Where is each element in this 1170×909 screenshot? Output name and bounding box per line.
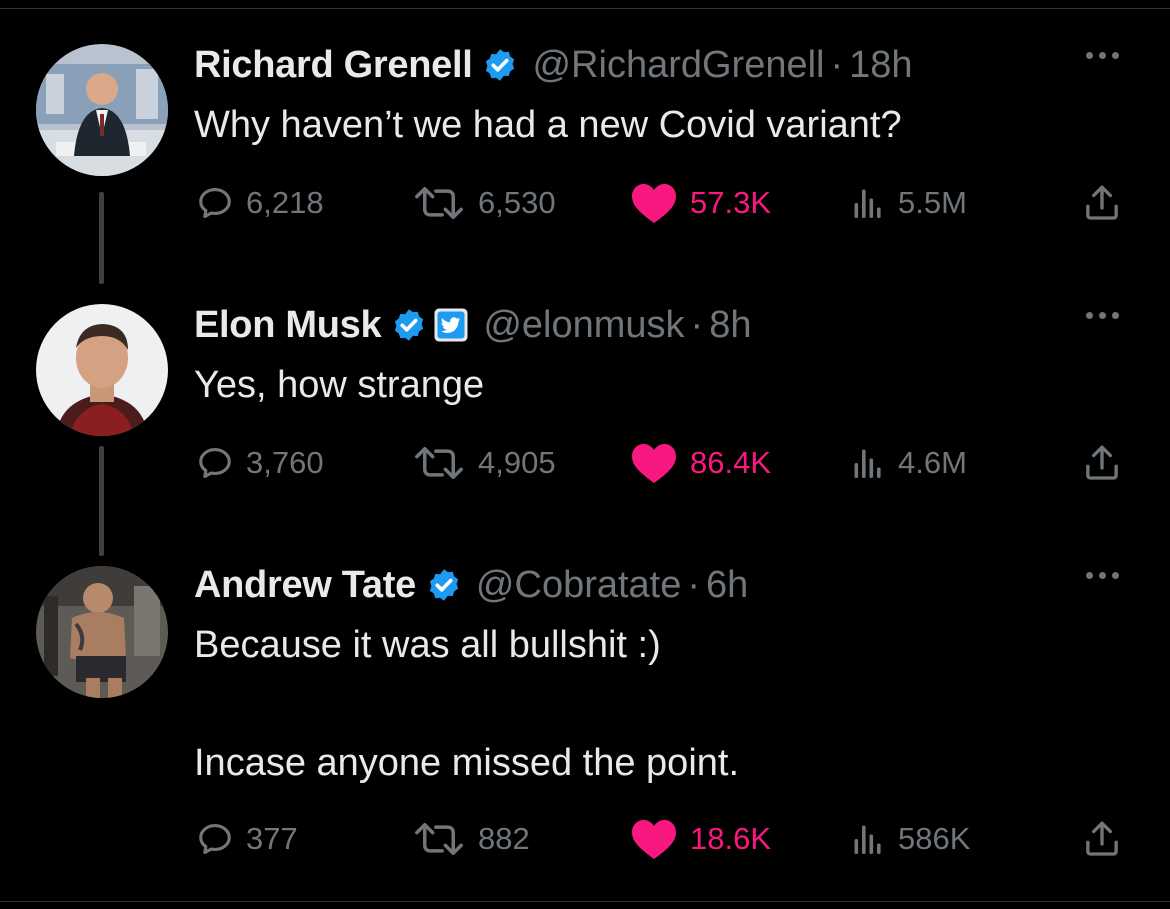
tweet-header: Elon Musk @elonmusk · 8h xyxy=(194,300,751,350)
tweet-header: Richard Grenell @RichardGrenell · 18h xyxy=(194,40,913,90)
heart-icon xyxy=(632,184,676,223)
views-button[interactable]: 5.5M xyxy=(850,178,967,228)
avatar[interactable] xyxy=(36,44,168,176)
action-bar: 377 882 18.6K 586K xyxy=(0,814,1170,864)
timestamp[interactable]: 6h xyxy=(706,564,748,607)
tweet-text: Because it was all bullshit :) xyxy=(194,624,661,666)
reply-count: 6,218 xyxy=(246,185,324,220)
display-name[interactable]: Richard Grenell xyxy=(194,44,473,87)
display-name[interactable]: Andrew Tate xyxy=(194,564,416,607)
retweet-button[interactable]: 6,530 xyxy=(412,178,556,228)
retweet-icon xyxy=(415,447,463,479)
avatar-image xyxy=(36,44,168,176)
reply-count: 377 xyxy=(246,821,298,856)
share-button[interactable] xyxy=(1082,178,1122,228)
views-count: 586K xyxy=(898,821,971,856)
separator-dot: · xyxy=(830,43,844,86)
avatar[interactable] xyxy=(36,566,168,698)
views-icon xyxy=(854,449,881,478)
reply-icon xyxy=(199,447,231,479)
like-count: 57.3K xyxy=(690,185,772,220)
views-count: 4.6M xyxy=(898,445,967,480)
retweet-count: 4,905 xyxy=(478,445,556,480)
retweet-count: 882 xyxy=(478,821,530,856)
avatar-image xyxy=(36,566,168,698)
share-button[interactable] xyxy=(1082,438,1122,488)
tweet-text: Yes, how strange xyxy=(194,364,485,406)
twitter-bird-icon[interactable] xyxy=(433,307,469,343)
tweet-header: Andrew Tate @Cobratate · 6h xyxy=(194,560,748,610)
user-handle[interactable]: @RichardGrenell xyxy=(532,44,824,87)
reply-button[interactable]: 3,760 xyxy=(196,438,324,488)
bottom-divider xyxy=(0,901,1170,902)
verified-badge-icon[interactable] xyxy=(482,47,518,83)
action-bar: 6,218 6,530 57.3K 5.5M xyxy=(0,178,1170,228)
verified-badge-icon[interactable] xyxy=(391,307,427,343)
reply-icon xyxy=(199,823,231,855)
separator-dot: · xyxy=(687,563,701,606)
share-button[interactable] xyxy=(1082,814,1122,864)
like-button[interactable]: 86.4K xyxy=(630,438,771,488)
retweet-count: 6,530 xyxy=(478,185,556,220)
reply-button[interactable]: 377 xyxy=(196,814,298,864)
display-name[interactable]: Elon Musk xyxy=(194,304,382,347)
views-icon xyxy=(854,825,881,854)
views-button[interactable]: 4.6M xyxy=(850,438,967,488)
action-bar: 3,760 4,905 86.4K 4.6M xyxy=(0,438,1170,488)
like-button[interactable]: 18.6K xyxy=(630,814,771,864)
timestamp[interactable]: 18h xyxy=(849,44,912,87)
more-icon[interactable] xyxy=(1086,312,1119,319)
views-count: 5.5M xyxy=(898,185,967,220)
heart-icon xyxy=(632,820,676,859)
reply-button[interactable]: 6,218 xyxy=(196,178,324,228)
avatar[interactable] xyxy=(36,304,168,436)
share-icon xyxy=(1086,185,1118,220)
avatar-image xyxy=(36,304,168,436)
share-icon xyxy=(1086,445,1118,480)
tweet-text: Why haven’t we had a new Covid variant? xyxy=(194,104,902,146)
views-icon xyxy=(854,189,881,218)
more-icon[interactable] xyxy=(1086,572,1119,579)
like-count: 86.4K xyxy=(690,445,772,480)
timestamp[interactable]: 8h xyxy=(709,304,751,347)
user-handle[interactable]: @Cobratate xyxy=(476,564,681,607)
reply-icon xyxy=(199,187,231,219)
heart-icon xyxy=(632,444,676,483)
like-count: 18.6K xyxy=(690,821,772,856)
views-button[interactable]: 586K xyxy=(850,814,970,864)
like-button[interactable]: 57.3K xyxy=(630,178,771,228)
retweet-icon xyxy=(415,187,463,219)
reply-count: 3,760 xyxy=(246,445,324,480)
verified-badge-icon[interactable] xyxy=(426,567,462,603)
separator-dot: · xyxy=(690,303,704,346)
share-icon xyxy=(1086,821,1118,856)
retweet-button[interactable]: 4,905 xyxy=(412,438,556,488)
top-divider xyxy=(0,8,1170,9)
retweet-icon xyxy=(415,823,463,855)
retweet-button[interactable]: 882 xyxy=(412,814,530,864)
tweet-text: Incase anyone missed the point. xyxy=(194,742,740,784)
user-handle[interactable]: @elonmusk xyxy=(483,304,684,347)
more-icon[interactable] xyxy=(1086,52,1119,59)
